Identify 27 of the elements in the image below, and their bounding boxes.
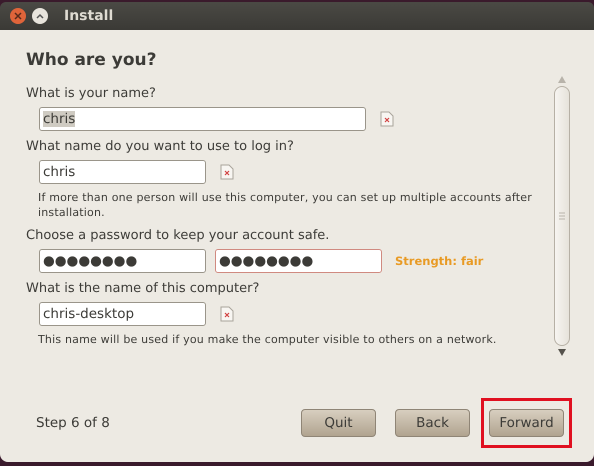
page-heading: Who are you?	[26, 50, 158, 70]
field-label: Choose a password to keep your account safe.	[26, 228, 330, 243]
clear-icon[interactable]	[220, 306, 234, 322]
input-field[interactable]: chris-desktop	[39, 302, 206, 326]
quit-button[interactable]: Quit	[301, 409, 376, 437]
field-label: What is your name?	[26, 86, 157, 101]
back-button[interactable]: Back	[395, 409, 470, 437]
close-button[interactable]	[10, 8, 26, 24]
scroll-down-icon[interactable]	[558, 349, 566, 356]
hint-text: This name will be used if you make the computer visible to others on a network.	[37, 332, 498, 347]
forward-button[interactable]: Forward	[489, 409, 564, 437]
step-indicator: Step 6 of 8	[36, 415, 111, 431]
password-strength: Strength: fair	[395, 254, 484, 268]
input-field[interactable]: chris	[39, 107, 366, 131]
clear-icon[interactable]	[380, 111, 394, 127]
clear-icon[interactable]	[220, 164, 234, 180]
input-field[interactable]: chris	[39, 160, 206, 184]
input-field[interactable]: ●●●●●●●●	[215, 249, 382, 273]
maximize-button[interactable]	[32, 8, 48, 24]
field-label: What name do you want to use to log in?	[26, 139, 295, 154]
field-label: What is the name of this computer?	[26, 281, 260, 296]
chevron-up-icon	[36, 12, 44, 20]
scrollbar-thumb[interactable]	[554, 86, 570, 346]
hint-text: If more than one person will use this computer, you can set up multiple accounts after installation.	[37, 190, 533, 220]
window-title: Install	[64, 8, 114, 24]
input-field[interactable]: ●●●●●●●●	[39, 249, 206, 273]
close-icon	[14, 12, 22, 20]
